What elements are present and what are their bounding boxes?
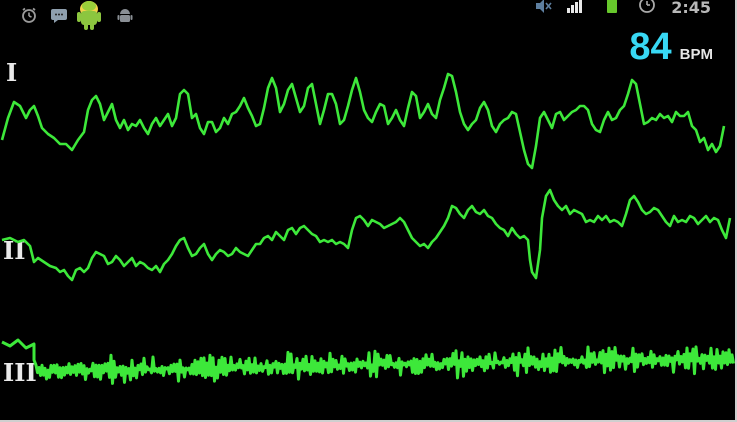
lead-1-trace	[0, 72, 726, 170]
ecg-monitor-screen: 2:45 84 BPM I II III	[0, 0, 737, 422]
lead-3-trace	[1, 338, 735, 385]
ecg-traces	[0, 72, 735, 385]
lead-2-trace	[1, 188, 732, 282]
